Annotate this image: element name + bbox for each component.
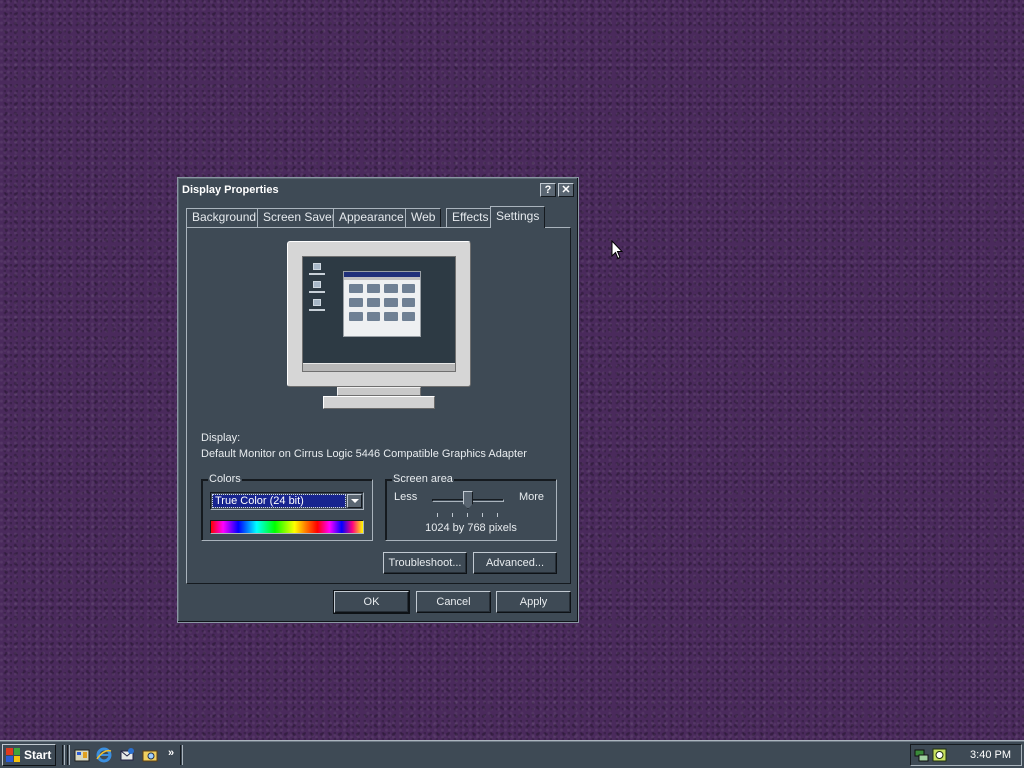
apply-button[interactable]: Apply [496, 591, 571, 613]
resolution-readout: 1024 by 768 pixels [425, 522, 517, 534]
monitor-neck [337, 387, 421, 396]
preview-taskbar [303, 363, 455, 371]
monitor-bezel [287, 241, 471, 387]
monitor-preview [287, 241, 471, 411]
slider-tick [497, 513, 498, 517]
advanced-button[interactable]: Advanced... [473, 552, 557, 574]
internet-explorer-icon[interactable] [96, 747, 112, 763]
screen-area-group: Screen area Less More 1024 by 768 pixels [385, 473, 557, 541]
display-label: Display: [201, 432, 241, 444]
preview-icon-label [309, 291, 325, 293]
scheduler-icon[interactable] [932, 748, 948, 762]
preview-desktop-icon [313, 263, 321, 270]
windows-logo-icon [6, 748, 20, 762]
preview-icon-label [309, 273, 325, 275]
color-spectrum-preview [210, 520, 364, 534]
colors-group-label: Colors [208, 473, 242, 485]
chevron-down-icon[interactable] [347, 494, 362, 508]
preview-window-icons [344, 280, 420, 325]
network-icon[interactable] [914, 748, 930, 762]
colors-group: Colors True Color (24 bit) [201, 473, 373, 541]
tab-effects[interactable]: Effects [446, 208, 495, 227]
troubleshoot-button[interactable]: Troubleshoot... [383, 552, 467, 574]
tab-appearance[interactable]: Appearance [333, 208, 410, 227]
quick-launch-more-chevron[interactable]: » [168, 747, 174, 759]
tab-screen-saver[interactable]: Screen Saver [257, 208, 342, 227]
system-tray: 3:40 PM [910, 744, 1022, 766]
windows-explorer-icon[interactable] [142, 747, 158, 763]
slider-tick [482, 513, 483, 517]
outlook-express-icon[interactable] [119, 747, 135, 763]
slider-tick [437, 513, 438, 517]
help-button[interactable]: ? [540, 182, 556, 197]
cancel-button[interactable]: Cancel [416, 591, 491, 613]
preview-icon-label [309, 309, 325, 311]
settings-panel: Display: Default Monitor on Cirrus Logic… [186, 227, 571, 584]
tab-settings[interactable]: Settings [490, 206, 546, 228]
monitor-stand [323, 396, 435, 409]
preview-desktop-icon [313, 281, 321, 288]
taskbar-separator [62, 745, 65, 765]
mouse-pointer-icon [611, 240, 623, 260]
ok-button[interactable]: OK [333, 590, 410, 614]
close-button[interactable]: ✕ [558, 182, 574, 197]
show-desktop-icon[interactable] [74, 747, 90, 763]
dialog-title: Display Properties [182, 183, 279, 196]
display-properties-dialog: Display Properties ? ✕ Background Screen… [177, 177, 579, 623]
slider-tick [467, 513, 468, 517]
tab-web[interactable]: Web [405, 208, 442, 227]
slider-tick [452, 513, 453, 517]
start-label: Start [24, 748, 52, 762]
taskbar: Start » 3:40 PM [0, 740, 1024, 768]
slider-less-label: Less [394, 491, 418, 503]
display-adapter-name: Default Monitor on Cirrus Logic 5446 Com… [201, 448, 527, 460]
screen-area-group-label: Screen area [392, 473, 454, 485]
dialog-titlebar[interactable]: Display Properties ? ✕ [180, 180, 576, 199]
preview-window [343, 271, 421, 337]
quick-launch-grip[interactable] [67, 745, 70, 765]
screen-area-slider-thumb[interactable] [463, 491, 473, 509]
tab-background[interactable]: Background [186, 208, 263, 227]
clock[interactable]: 3:40 PM [970, 749, 1011, 761]
colors-dropdown-value[interactable]: True Color (24 bit) [212, 494, 346, 508]
colors-dropdown[interactable]: True Color (24 bit) [210, 492, 364, 510]
monitor-screen-preview [302, 256, 456, 372]
slider-more-label: More [518, 491, 544, 503]
start-button[interactable]: Start [2, 744, 56, 766]
preview-desktop-icon [313, 299, 321, 306]
taskbar-separator [180, 745, 183, 765]
